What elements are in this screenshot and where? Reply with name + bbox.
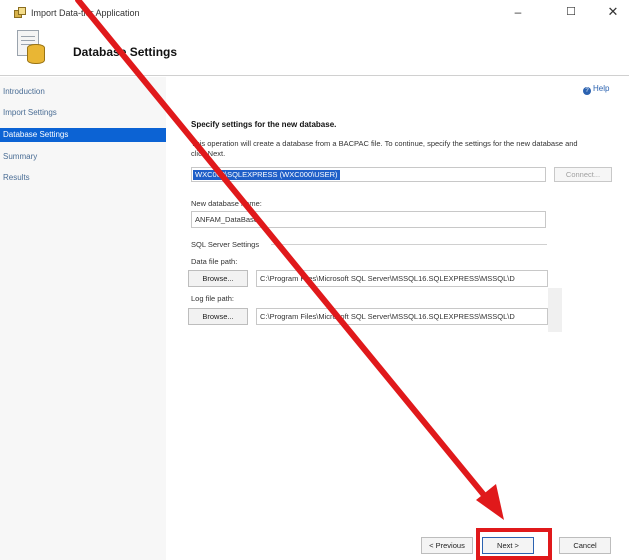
log-file-path-input[interactable]: C:\Program Files\Microsoft SQL Server\MS… <box>256 308 548 325</box>
previous-button[interactable]: < Previous <box>421 537 473 554</box>
title-bar: Import Data-tier Application – ☐ ✕ <box>0 0 629 26</box>
nav-item-results[interactable]: Results <box>0 171 166 185</box>
nav-item-introduction[interactable]: Introduction <box>0 85 166 99</box>
section-description: This operation will create a database fr… <box>191 139 578 158</box>
db-name-input[interactable]: ANFAM_DataBase <box>191 211 546 228</box>
data-file-path-label: Data file path: <box>191 257 238 266</box>
page-title: Database Settings <box>73 45 178 59</box>
log-file-path-label: Log file path: <box>191 294 234 303</box>
connect-button[interactable]: Connect... <box>554 167 612 182</box>
server-connection-value: WXC000\SQLEXPRESS (WXC000\USER) <box>193 170 340 180</box>
wizard-nav: Introduction Import Settings Database Se… <box>0 77 166 560</box>
sql-settings-group-label: SQL Server Settings <box>191 240 260 249</box>
scrollbar[interactable] <box>548 288 562 332</box>
minimize-icon[interactable]: – <box>508 3 528 21</box>
maximize-icon[interactable]: ☐ <box>561 3 581 21</box>
cancel-button[interactable]: Cancel <box>559 537 611 554</box>
data-file-path-input[interactable]: C:\Program Files\Microsoft SQL Server\MS… <box>256 270 548 287</box>
nav-item-summary[interactable]: Summary <box>0 150 166 164</box>
nav-item-import-settings[interactable]: Import Settings <box>0 106 166 120</box>
nav-item-database-settings[interactable]: Database Settings <box>0 128 166 142</box>
server-connection-field[interactable]: WXC000\SQLEXPRESS (WXC000\USER) <box>191 167 546 182</box>
data-file-browse-button[interactable]: Browse... <box>188 270 248 287</box>
close-icon[interactable]: ✕ <box>603 3 623 21</box>
page-header: Database Settings <box>0 26 629 76</box>
log-file-browse-button[interactable]: Browse... <box>188 308 248 325</box>
section-heading: Specify settings for the new database. <box>191 120 337 129</box>
db-name-label: New database name: <box>191 199 262 208</box>
app-icon <box>14 7 26 18</box>
window-title: Import Data-tier Application <box>31 8 140 18</box>
highlight-box <box>476 528 552 560</box>
database-settings-icon <box>17 30 47 66</box>
group-divider <box>271 244 547 245</box>
main-content: Specify settings for the new database. T… <box>166 77 629 497</box>
